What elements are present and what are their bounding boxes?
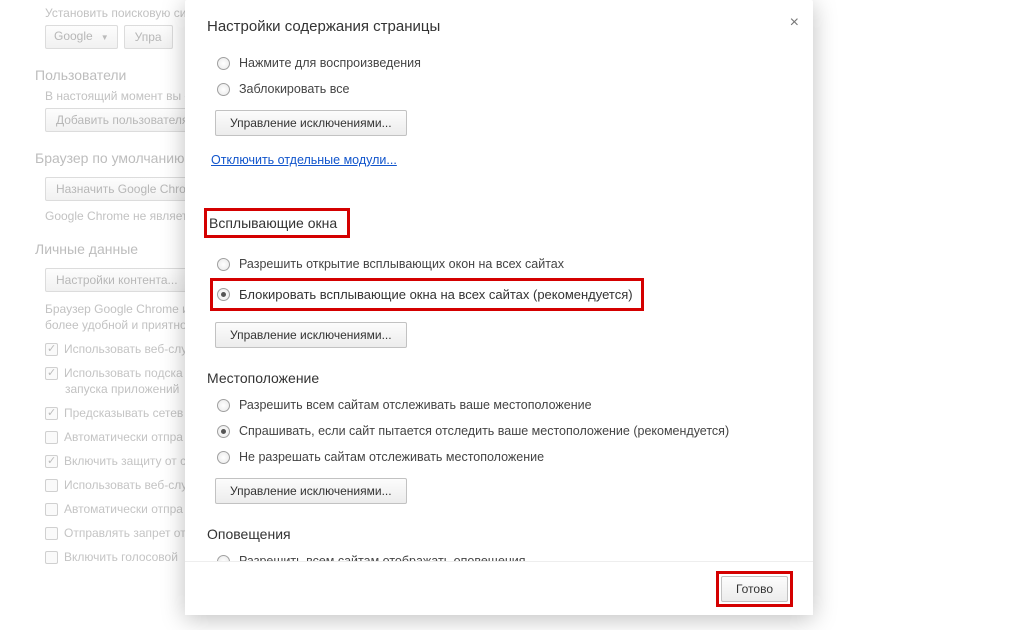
radio-icon	[217, 288, 230, 301]
popups-radio-allow[interactable]: Разрешить открытие всплывающих окон на в…	[217, 257, 789, 271]
notifications-radio-allow[interactable]: Разрешить всем сайтам отображать оповеще…	[217, 554, 789, 561]
checkbox-icon[interactable]	[45, 367, 58, 380]
bg-chk-8: Отправлять запрет от	[64, 526, 186, 540]
radio-icon	[217, 451, 230, 464]
bg-chk-6: Использовать веб-слу	[64, 478, 187, 492]
bg-chk-5: Включить защиту от с	[64, 454, 186, 468]
done-button-highlight: Готово	[716, 571, 793, 607]
checkbox-icon[interactable]	[45, 407, 58, 420]
content-settings-button[interactable]: Настройки контента...	[45, 268, 189, 292]
checkbox-icon[interactable]	[45, 455, 58, 468]
popups-manage-exceptions-button[interactable]: Управление исключениями...	[215, 322, 407, 348]
content-settings-modal: Настройки содержания страницы × Нажмите …	[185, 0, 813, 615]
popups-heading: Всплывающие окна	[207, 211, 347, 235]
done-button[interactable]: Готово	[721, 576, 788, 602]
checkbox-icon[interactable]	[45, 431, 58, 444]
plugins-radio-click-to-play[interactable]: Нажмите для воспроизведения	[217, 56, 789, 70]
popups-radio-block-highlighted[interactable]: Блокировать всплывающие окна на всех сай…	[213, 281, 641, 308]
close-icon[interactable]: ×	[790, 14, 799, 32]
checkbox-icon[interactable]	[45, 503, 58, 516]
modal-body[interactable]: Нажмите для воспроизведения Заблокироват…	[185, 44, 813, 561]
radio-icon	[217, 83, 230, 96]
bg-chk-7: Автоматически отпра	[64, 502, 183, 516]
radio-icon	[217, 425, 230, 438]
location-opt3-label: Не разрешать сайтам отслеживать местопол…	[239, 450, 544, 464]
checkbox-icon[interactable]	[45, 479, 58, 492]
bg-chk-4: Автоматически отпра	[64, 430, 183, 444]
plugins-opt2-label: Заблокировать все	[239, 82, 349, 96]
location-opt1-label: Разрешить всем сайтам отслеживать ваше м…	[239, 398, 592, 412]
add-user-button[interactable]: Добавить пользователя	[45, 108, 199, 132]
checkbox-icon[interactable]	[45, 551, 58, 564]
plugins-opt1-label: Нажмите для воспроизведения	[239, 56, 421, 70]
location-heading: Местоположение	[207, 370, 789, 386]
location-opt2-label: Спрашивать, если сайт пытается отследить…	[239, 424, 729, 438]
modal-header: Настройки содержания страницы ×	[185, 0, 813, 45]
location-radio-ask[interactable]: Спрашивать, если сайт пытается отследить…	[217, 424, 789, 438]
notifications-heading: Оповещения	[207, 526, 789, 542]
bg-chk-9: Включить голосовой	[64, 550, 178, 564]
bg-chk-1: Использовать веб-слу	[64, 342, 187, 356]
radio-icon	[217, 57, 230, 70]
search-engine-select[interactable]: Google	[45, 25, 118, 49]
modal-footer: Готово	[185, 561, 813, 615]
bg-chk-2: Использовать подска	[64, 366, 183, 380]
location-radio-deny[interactable]: Не разрешать сайтам отслеживать местопол…	[217, 450, 789, 464]
checkbox-icon[interactable]	[45, 527, 58, 540]
manage-search-button[interactable]: Упра	[124, 25, 173, 49]
popups-opt1-label: Разрешить открытие всплывающих окон на в…	[239, 257, 564, 271]
bg-chk-3: Предсказывать сетев	[64, 406, 183, 420]
radio-icon	[217, 258, 230, 271]
plugins-manage-exceptions-button[interactable]: Управление исключениями...	[215, 110, 407, 136]
radio-icon	[217, 399, 230, 412]
disable-modules-link[interactable]: Отключить отдельные модули...	[211, 153, 397, 167]
location-manage-exceptions-button[interactable]: Управление исключениями...	[215, 478, 407, 504]
checkbox-icon[interactable]	[45, 343, 58, 356]
notifications-opt1-label: Разрешить всем сайтам отображать оповеще…	[239, 554, 526, 561]
modal-title: Настройки содержания страницы	[207, 18, 440, 35]
popups-opt2-label: Блокировать всплывающие окна на всех сай…	[239, 287, 633, 302]
set-default-browser-button[interactable]: Назначить Google Chrom	[45, 177, 207, 201]
location-radio-allow[interactable]: Разрешить всем сайтам отслеживать ваше м…	[217, 398, 789, 412]
plugins-radio-block-all[interactable]: Заблокировать все	[217, 82, 789, 96]
